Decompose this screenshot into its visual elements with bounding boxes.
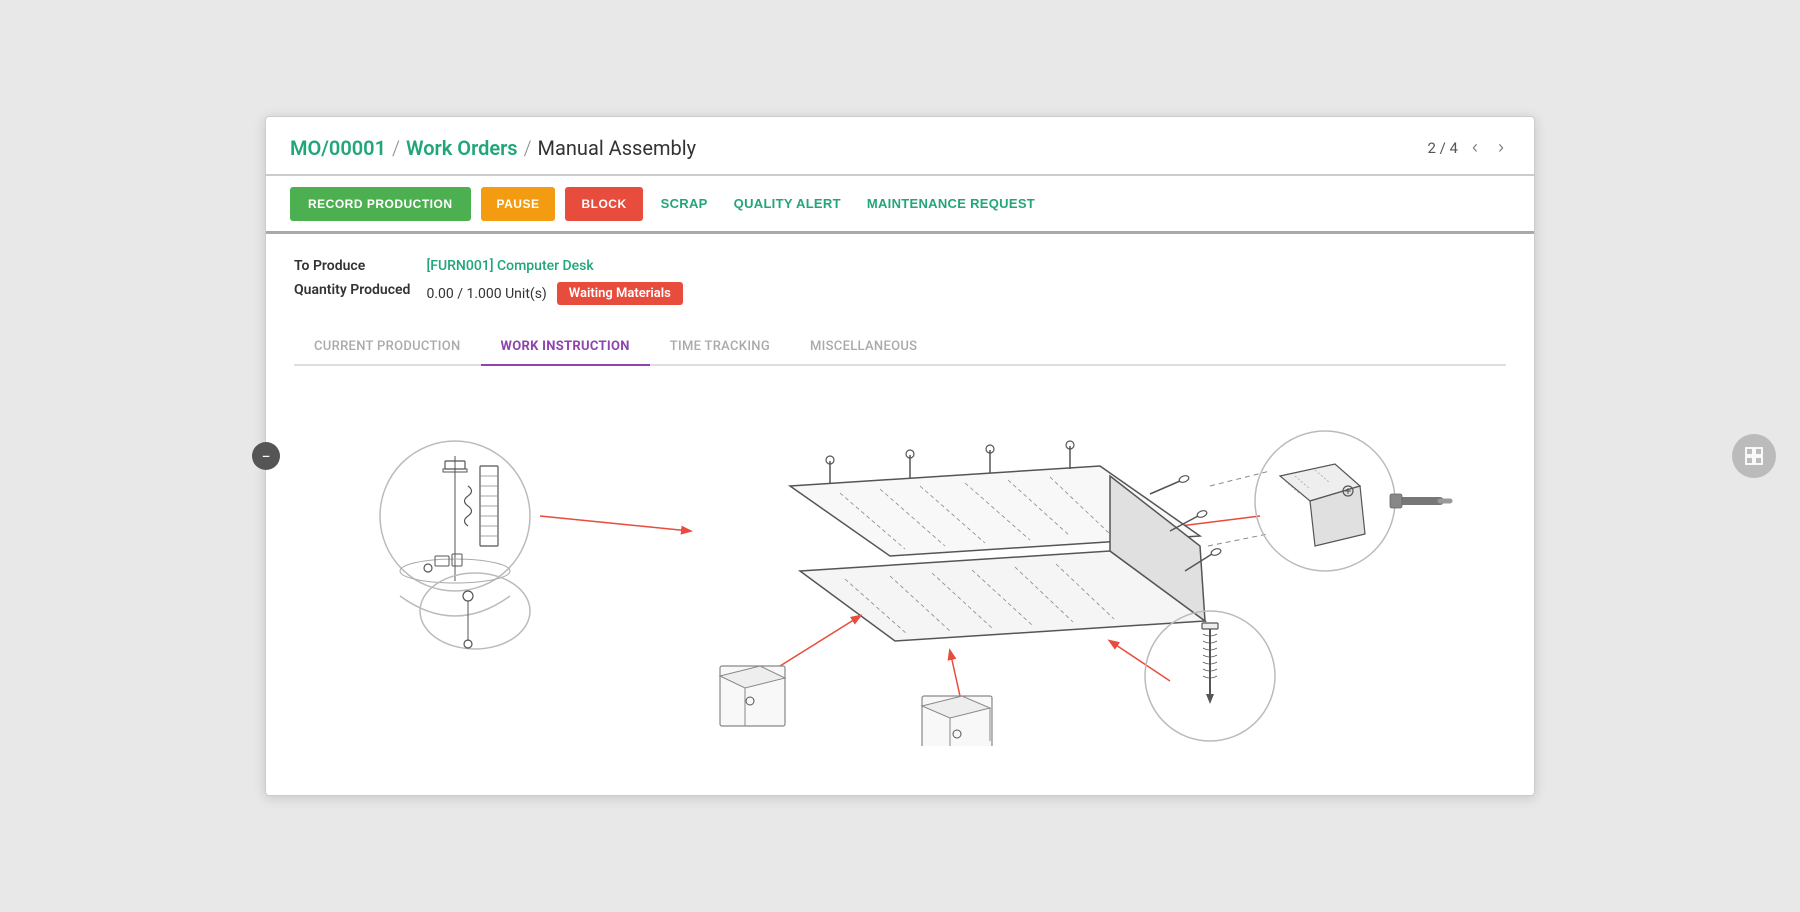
content-area: To Produce [FURN001] Computer Desk Quant… bbox=[266, 234, 1534, 770]
quantity-row: 0.00 / 1.000 Unit(s) Waiting Materials bbox=[426, 282, 1506, 305]
scrap-button[interactable]: SCRAP bbox=[653, 186, 716, 221]
info-grid: To Produce [FURN001] Computer Desk Quant… bbox=[294, 258, 1506, 305]
left-toggle-button[interactable]: − bbox=[252, 442, 280, 470]
tab-miscellaneous[interactable]: MISCELLANEOUS bbox=[790, 329, 937, 366]
work-instruction-area bbox=[294, 366, 1506, 770]
toolbar: RECORD PRODUCTION PAUSE BLOCK SCRAP QUAL… bbox=[266, 176, 1534, 234]
breadcrumb-sep1: / bbox=[392, 136, 400, 160]
to-produce-value: [FURN001] Computer Desk bbox=[426, 258, 1506, 274]
breadcrumb-mo[interactable]: MO/00001 bbox=[290, 136, 386, 160]
quantity-value: 0.00 / 1.000 Unit(s) bbox=[426, 286, 546, 302]
header: MO/00001 / Work Orders / Manual Assembly… bbox=[266, 117, 1534, 176]
tabs-bar: CURRENT PRODUCTION WORK INSTRUCTION TIME… bbox=[294, 329, 1506, 366]
main-window: MO/00001 / Work Orders / Manual Assembly… bbox=[265, 116, 1535, 796]
quality-alert-button[interactable]: QUALITY ALERT bbox=[726, 186, 849, 221]
breadcrumb-work-orders[interactable]: Work Orders bbox=[406, 136, 518, 160]
pause-button[interactable]: PAUSE bbox=[481, 187, 556, 221]
to-produce-label: To Produce bbox=[294, 258, 410, 274]
breadcrumb-manual-assembly: Manual Assembly bbox=[538, 136, 697, 160]
maintenance-request-button[interactable]: MAINTENANCE REQUEST bbox=[859, 186, 1043, 221]
tab-work-instruction[interactable]: WORK INSTRUCTION bbox=[481, 329, 650, 366]
breadcrumb: MO/00001 / Work Orders / Manual Assembly bbox=[290, 136, 696, 160]
waiting-materials-badge: Waiting Materials bbox=[557, 282, 683, 305]
breadcrumb-sep2: / bbox=[524, 136, 532, 160]
record-production-button[interactable]: RECORD PRODUCTION bbox=[290, 187, 471, 221]
expand-button[interactable] bbox=[1732, 434, 1776, 478]
pagination-prev-button[interactable]: ‹ bbox=[1466, 135, 1484, 160]
quantity-label: Quantity Produced bbox=[294, 282, 410, 305]
expand-icon bbox=[1743, 445, 1765, 467]
tab-time-tracking[interactable]: TIME TRACKING bbox=[650, 329, 790, 366]
tab-current-production[interactable]: CURRENT PRODUCTION bbox=[294, 329, 481, 366]
block-button[interactable]: BLOCK bbox=[565, 187, 642, 221]
pagination-next-button[interactable]: › bbox=[1492, 135, 1510, 160]
assembly-diagram bbox=[294, 386, 1506, 746]
pagination-display: 2 / 4 bbox=[1428, 139, 1459, 157]
pagination: 2 / 4 ‹ › bbox=[1428, 135, 1511, 160]
